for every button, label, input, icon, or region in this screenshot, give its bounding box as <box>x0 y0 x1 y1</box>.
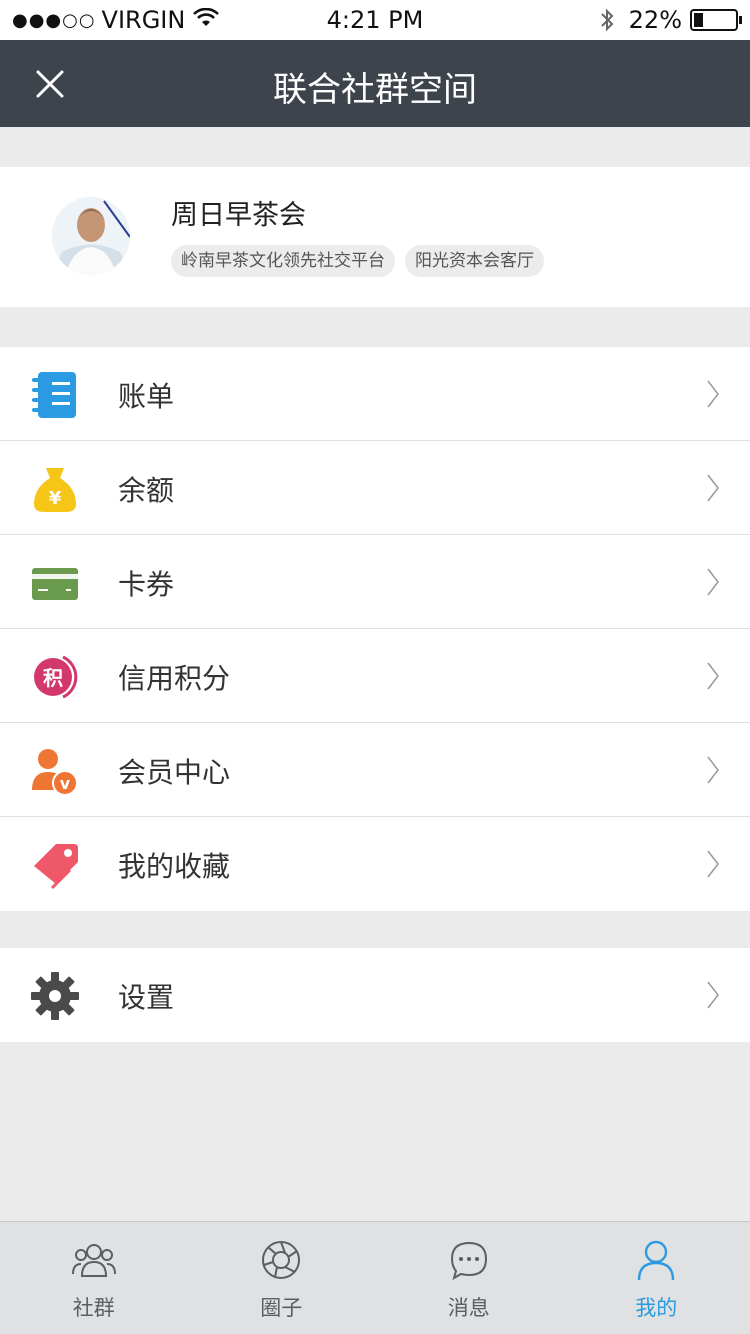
menu-list: 账单 ¥ 余额 卡券 积 信用积分 v 会员中心 我的收藏 <box>0 347 750 911</box>
menu-label: 设置 <box>118 981 175 1014</box>
profile-icon <box>632 1236 680 1284</box>
tab-circle[interactable]: 圈子 <box>188 1222 376 1334</box>
menu-label: 信用积分 <box>118 662 231 695</box>
card-icon <box>30 558 80 608</box>
menu-item-balance[interactable]: ¥ 余额 <box>0 441 750 535</box>
tab-messages[interactable]: 消息 <box>375 1222 563 1334</box>
battery-percent: 22% <box>628 6 682 34</box>
tab-label: 圈子 <box>260 1296 303 1320</box>
community-icon <box>70 1236 118 1284</box>
profile-tag: 阳光资本会客厅 <box>405 245 544 277</box>
menu-label: 余额 <box>118 474 175 507</box>
chevron-right-icon <box>706 849 720 879</box>
chevron-right-icon <box>706 661 720 691</box>
tab-community[interactable]: 社群 <box>0 1222 188 1334</box>
menu-item-bill[interactable]: 账单 <box>0 347 750 441</box>
tab-mine[interactable]: 我的 <box>563 1222 750 1334</box>
circle-icon <box>257 1236 305 1284</box>
chevron-right-icon <box>706 473 720 503</box>
menu-label: 账单 <box>118 380 175 413</box>
money-bag-icon: ¥ <box>30 464 80 514</box>
group-name: 周日早茶会 <box>171 200 306 231</box>
profile-tag: 岭南早茶文化领先社交平台 <box>171 245 395 277</box>
currency-symbol: ¥ <box>49 488 62 509</box>
status-bar: ●●●○○ VIRGIN 4:21 PM 22% <box>0 0 750 40</box>
settings-section: 设置 <box>0 948 750 1042</box>
battery-fill <box>694 13 703 27</box>
menu-item-favorites[interactable]: 我的收藏 <box>0 817 750 911</box>
page-title: 联合社群空间 <box>273 70 477 110</box>
battery-icon <box>690 9 742 31</box>
menu-item-settings[interactable]: 设置 <box>0 948 750 1042</box>
chevron-right-icon <box>706 567 720 597</box>
profile-card[interactable]: 周日早茶会 岭南早茶文化领先社交平台 阳光资本会客厅 <box>0 167 750 307</box>
tab-bar: 社群 圈子 消息 我的 <box>0 1221 750 1334</box>
bluetooth-icon <box>599 7 615 33</box>
bill-icon <box>30 370 80 420</box>
credit-symbol: 积 <box>43 666 63 690</box>
member-icon: v <box>30 746 80 796</box>
profile-tags: 岭南早茶文化领先社交平台 阳光资本会客厅 <box>171 245 554 277</box>
credit-points-icon: 积 <box>30 652 80 702</box>
message-icon <box>445 1236 493 1284</box>
tab-label: 社群 <box>72 1296 115 1320</box>
chevron-right-icon <box>706 379 720 409</box>
menu-item-coupons[interactable]: 卡券 <box>0 535 750 629</box>
tab-label: 我的 <box>635 1296 678 1320</box>
gear-icon <box>30 971 80 1021</box>
tag-icon <box>30 840 80 890</box>
member-symbol: v <box>60 774 71 793</box>
menu-label: 卡券 <box>118 568 175 601</box>
chevron-right-icon <box>706 755 720 785</box>
tab-label: 消息 <box>447 1296 490 1320</box>
menu-label: 会员中心 <box>118 756 231 789</box>
menu-label: 我的收藏 <box>118 850 231 883</box>
menu-item-credit[interactable]: 积 信用积分 <box>0 629 750 723</box>
menu-item-member-center[interactable]: v 会员中心 <box>0 723 750 817</box>
chevron-right-icon <box>706 980 720 1010</box>
navigation-bar: 联合社群空间 <box>0 40 750 127</box>
avatar[interactable] <box>52 197 130 275</box>
